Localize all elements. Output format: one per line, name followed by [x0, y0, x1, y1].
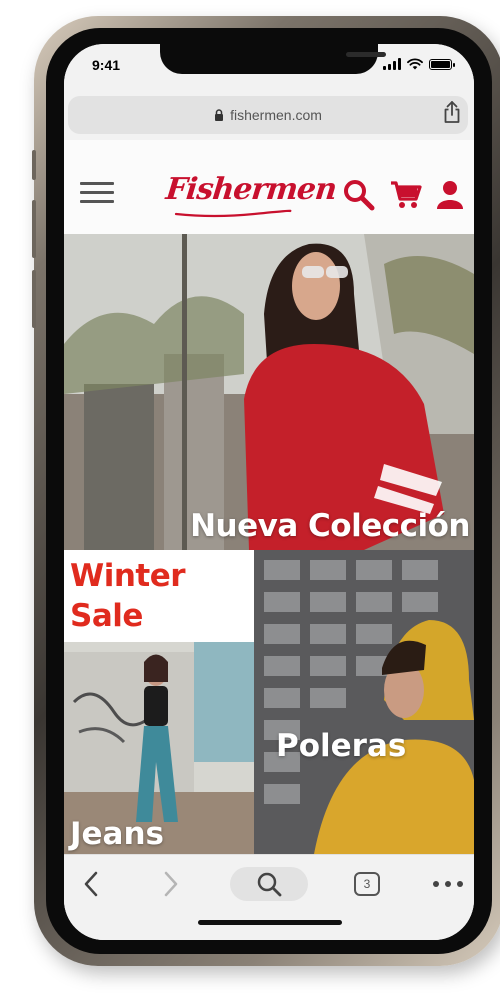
category-tile-poleras[interactable]: Poleras [254, 550, 474, 854]
app-header: Fishermen [64, 140, 474, 234]
home-indicator[interactable] [198, 920, 342, 925]
browser-address-area: fishermen.com [64, 92, 474, 140]
search-icon[interactable] [342, 178, 376, 212]
status-time: 9:41 [92, 57, 121, 73]
share-icon[interactable] [442, 100, 462, 124]
logo-swash [174, 209, 292, 218]
header-actions [342, 178, 464, 212]
promo-line-2: Sale [70, 598, 143, 634]
hamburger-icon[interactable] [80, 182, 114, 204]
status-bar: 9:41 [64, 44, 474, 92]
browser-toolbar: 3 [64, 854, 474, 940]
promo-line-1: Winter [70, 558, 186, 594]
phone-screen: 9:41 fishermen.com Fishermen Nueva Colec… [64, 44, 474, 940]
signal-icon [383, 58, 401, 70]
phone-side-button [32, 150, 36, 180]
address-bar[interactable]: fishermen.com [68, 96, 468, 134]
chevron-left-icon[interactable] [78, 867, 104, 901]
speaker [346, 52, 386, 57]
category-tile-jeans[interactable]: Jeans [64, 642, 254, 854]
promo-text: Winter Sale [70, 556, 186, 636]
brand-logo[interactable]: Fishermen [164, 172, 338, 207]
tab-count: 3 [354, 872, 380, 896]
lock-icon [215, 109, 224, 121]
search-button[interactable] [230, 867, 308, 901]
jeans-label: Jeans [70, 816, 164, 852]
notch [160, 44, 386, 74]
hero-title: Nueva Colección [190, 508, 470, 544]
poleras-label: Poleras [276, 728, 407, 764]
user-icon[interactable] [436, 180, 464, 210]
hero-banner-nueva-coleccion[interactable]: Nueva Colección [64, 234, 474, 550]
more-dots-icon[interactable] [432, 867, 464, 901]
status-icons [383, 58, 455, 70]
wifi-icon [407, 58, 423, 70]
battery-icon [429, 59, 455, 70]
phone-side-button [32, 200, 36, 258]
poleras-photo [254, 550, 474, 854]
phone-side-button [32, 270, 36, 328]
chevron-right-icon[interactable] [158, 867, 184, 901]
promo-winter-sale[interactable]: Winter Sale [64, 550, 254, 642]
url-text: fishermen.com [230, 107, 322, 123]
search-icon [257, 872, 282, 897]
tabs-button[interactable]: 3 [352, 867, 382, 901]
hero-photo [64, 234, 474, 550]
cart-icon[interactable] [390, 180, 422, 210]
